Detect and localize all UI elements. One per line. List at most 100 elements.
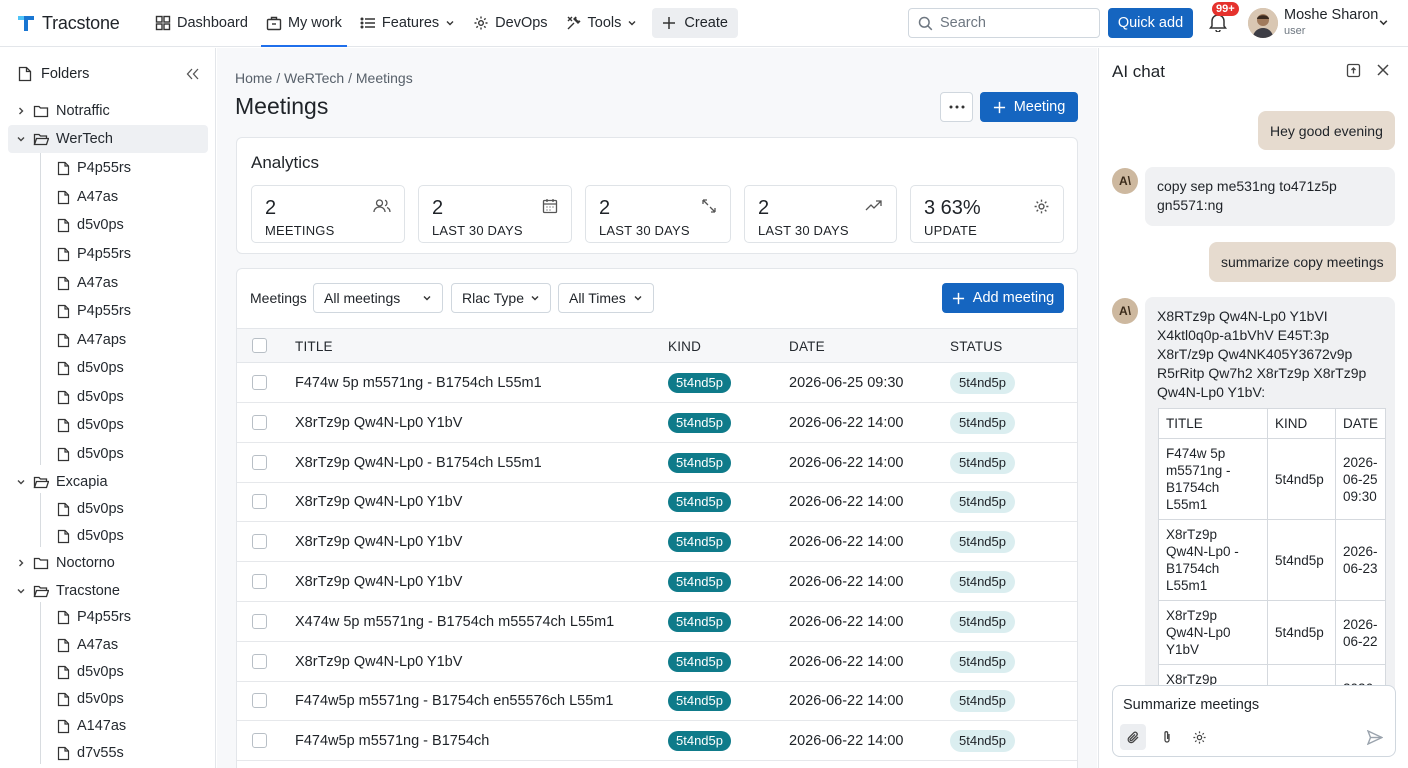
table-row[interactable]: X8rTz9p Qw4N-Lp0 Y1bV 5t4nd5p 2026-06-22 1… (237, 482, 1077, 523)
send-button[interactable] (1362, 724, 1388, 750)
stat-label: LAST 30 DAYS (758, 223, 849, 238)
table-row[interactable]: X8rTz9p Qw4N-Lp0 - B1754ch L55m1 5t4nd5p 2… (237, 443, 1077, 483)
breadcrumb-home[interactable]: Home (235, 70, 272, 86)
column-date[interactable]: DATE (789, 339, 825, 354)
table-header: TITLE KIND DATE STATUS (237, 328, 1077, 363)
chat-input-text[interactable]: Summarize meetings (1123, 697, 1259, 713)
meeting-title[interactable]: F474w5p m5571ng - B1754ch (295, 733, 489, 749)
meeting-title[interactable]: X8rTz9p Qw4N-Lp0 Y1bV (295, 415, 462, 431)
all-meetings-dropdown[interactable]: All meetings (313, 283, 443, 313)
table-row[interactable]: X8rTz9p Qw4N-Lp0 Y1bV 5t4nd5p 2026-06-22 1… (237, 562, 1077, 602)
column-title[interactable]: TITLE (295, 339, 333, 354)
meeting-title[interactable]: X8rTz9p Qw4N-Lp0 Y1bV (295, 494, 462, 510)
nav-my-work[interactable]: My work (257, 0, 351, 47)
folder-item[interactable]: Noctorno (16, 550, 115, 576)
breadcrumb-wertech[interactable]: WeRTech (284, 70, 344, 86)
table-row[interactable]: X8rTz9p Qw4N-Lp0 Y1bV 5t4nd5p 2026-06-22 1… (237, 642, 1077, 682)
search-box[interactable] (908, 8, 1100, 38)
table-row[interactable]: X8rTz9p Qw4N-Lp0 Y1bV 5t4nd5p 2026-06-22 1… (237, 403, 1077, 443)
file-item[interactable]: P4p55rs (57, 241, 131, 267)
row-checkbox[interactable] (252, 653, 267, 669)
add-meeting-button[interactable]: Add meeting (942, 283, 1064, 313)
file-item[interactable]: d5v0ps (57, 355, 124, 381)
row-checkbox[interactable] (252, 574, 267, 589)
meeting-title[interactable]: X8rTz9p Qw4N-Lp0 Y1bV (295, 654, 462, 670)
file-item[interactable]: d5v0ps (57, 384, 124, 410)
user-menu-toggle[interactable] (1378, 17, 1389, 28)
search-input[interactable] (940, 15, 1080, 31)
folder-item[interactable]: WerTech (16, 126, 113, 152)
file-item[interactable]: d5v0ps (57, 212, 124, 238)
file-item[interactable]: d5v0ps (57, 496, 124, 522)
row-checkbox[interactable] (252, 733, 267, 749)
file-item[interactable]: d5v0ps (57, 686, 124, 712)
create-button[interactable]: Create (652, 8, 738, 38)
chat-input-box[interactable]: Summarize meetings (1112, 685, 1396, 757)
nav-features[interactable]: Features (351, 0, 464, 47)
table-row[interactable]: F474w5p m5571ng - B1754ch en55576ch L55m… (237, 681, 1077, 722)
row-checkbox[interactable] (252, 414, 267, 430)
meeting-date: 2026-06-22 14:00 (789, 693, 904, 710)
summary-row: X8rTz9p Qw4N-Lp0 - B1754ch L55m1 5t4nd5p 2… (1158, 519, 1387, 601)
row-checkbox[interactable] (252, 375, 267, 390)
quick-add-button[interactable]: Quick add (1108, 8, 1193, 38)
select-all-checkbox[interactable] (252, 338, 267, 353)
meeting-title[interactable]: X474w 5p m5571ng - B1754ch m55574ch L55m… (295, 614, 614, 630)
file-item[interactable]: P4p55rs (57, 298, 131, 324)
tree-item-label: Excapia (56, 474, 108, 490)
collapse-sidebar-button[interactable] (186, 68, 200, 80)
table-row[interactable]: F474w5p m5571ng - B1754ch 5t4nd5p 2026-06-… (237, 721, 1077, 762)
table-row[interactable]: X474w 5p m5571ng - B1754ch m55574ch L55m… (237, 602, 1077, 642)
nav-tools[interactable]: Tools (557, 0, 647, 47)
file-item[interactable]: d5v0ps (57, 659, 124, 685)
user-avatar[interactable] (1248, 8, 1278, 38)
popout-button[interactable] (1346, 63, 1361, 78)
document-icon (57, 247, 70, 261)
meeting-title[interactable]: F474w 5p m5571ng - B1754ch L55m1 (295, 375, 542, 391)
kind-badge: 5t4nd5p (668, 691, 731, 712)
file-item[interactable]: A47as (57, 184, 118, 210)
meeting-title[interactable]: F474w5p m5571ng - B1754ch en55576ch L55m… (295, 693, 613, 709)
row-checkbox[interactable] (252, 454, 267, 470)
nav-dashboard[interactable]: Dashboard (146, 0, 257, 47)
meeting-title[interactable]: X8rTz9p Qw4N-Lp0 Y1bV (295, 574, 462, 590)
folder-item[interactable]: Notraffic (16, 98, 110, 124)
row-checkbox[interactable] (252, 693, 267, 709)
column-kind[interactable]: KIND (668, 339, 701, 354)
row-checkbox[interactable] (252, 494, 267, 510)
file-item[interactable]: P4p55rs (57, 155, 131, 181)
folder-item[interactable]: Excapia (16, 469, 108, 495)
attachment-button[interactable] (1154, 724, 1180, 750)
column-status[interactable]: STATUS (950, 339, 1002, 354)
times-dropdown[interactable]: All Times (558, 283, 654, 313)
list-icon (360, 17, 375, 29)
meeting-title[interactable]: X8rTz9p Qw4N-Lp0 Y1bV (295, 534, 462, 550)
row-checkbox[interactable] (252, 613, 267, 629)
file-item[interactable]: d5v0ps (57, 523, 124, 549)
file-item[interactable]: A47as (57, 270, 118, 296)
user-name[interactable]: Moshe Sharon (1284, 7, 1378, 23)
file-item[interactable]: A47aps (57, 327, 126, 353)
more-options-button[interactable] (940, 92, 973, 122)
file-item[interactable]: A47as (57, 632, 118, 658)
row-checkbox[interactable] (252, 534, 267, 550)
file-item[interactable]: d5v0ps (57, 412, 124, 438)
folder-item[interactable]: Tracstone (16, 578, 120, 604)
settings-button[interactable] (1186, 724, 1212, 750)
chevron-down-icon (634, 296, 642, 301)
more-horizontal-icon (949, 105, 964, 109)
meeting-title[interactable]: X8rTz9p Qw4N-Lp0 - B1754ch L55m1 (295, 455, 542, 471)
new-meeting-button[interactable]: Meeting (980, 92, 1078, 122)
file-item[interactable]: A147as (57, 713, 126, 739)
file-item[interactable]: P4p55rs (57, 604, 131, 630)
plus-icon (952, 292, 964, 304)
type-dropdown[interactable]: Rlac Type (451, 283, 551, 313)
file-item[interactable]: d5v0ps (57, 441, 124, 467)
close-chat-button[interactable] (1377, 64, 1389, 76)
file-item[interactable]: d7v55s (57, 740, 124, 766)
table-row[interactable]: X8rTz9p Qw4N-Lp0 Y1bV 5t4nd5p 2026-06-22 1… (237, 522, 1077, 563)
app-logo[interactable]: Tracstone (16, 13, 146, 34)
table-row[interactable]: F474w 5p m5571ng - B1754ch L55m1 5t4nd5p 2… (237, 363, 1077, 403)
nav-devops[interactable]: DevOps (464, 0, 556, 47)
attach-button[interactable] (1120, 724, 1146, 750)
